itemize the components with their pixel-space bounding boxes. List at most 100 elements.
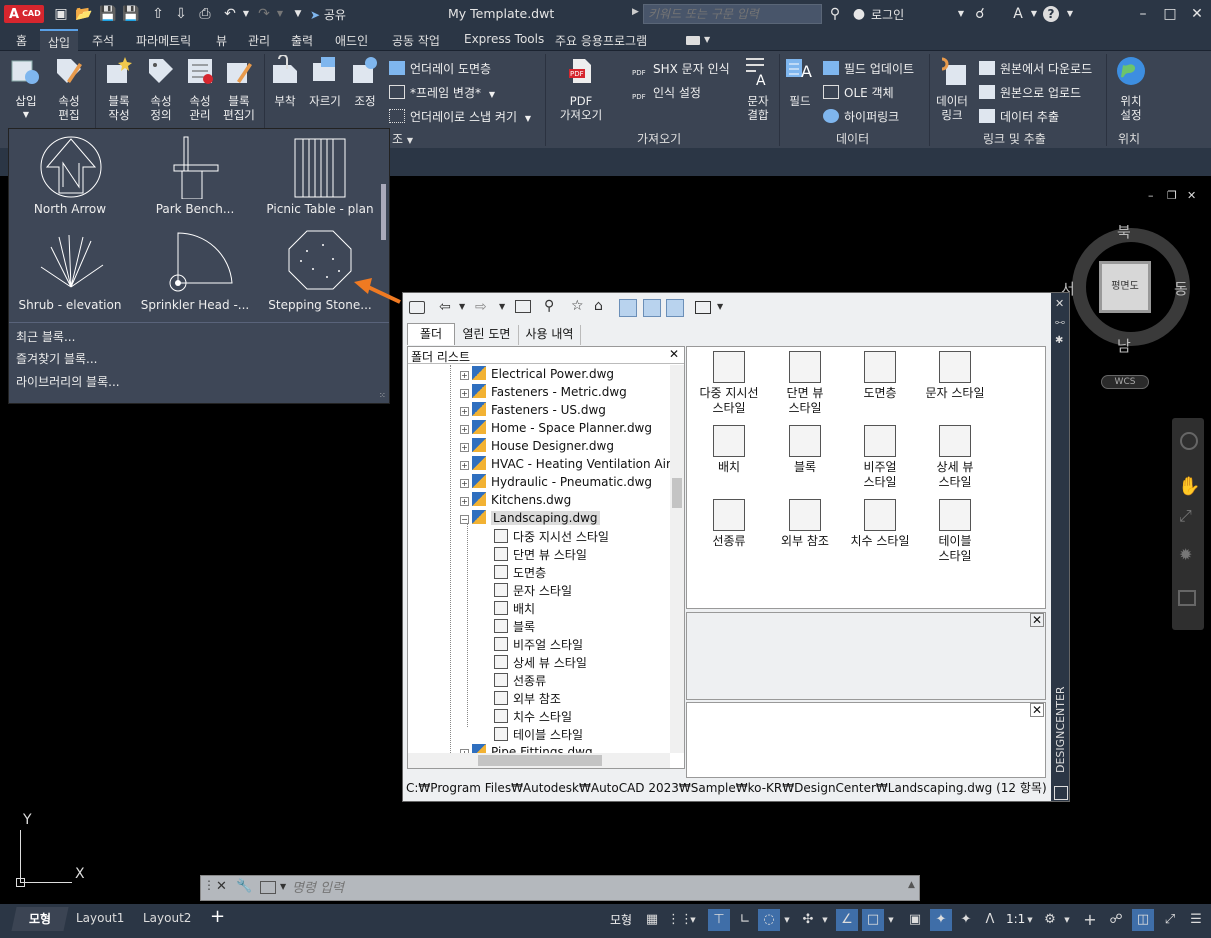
- dc-tab-history[interactable]: 사용 내역: [519, 325, 581, 345]
- viewcube-south[interactable]: 남: [1117, 335, 1131, 356]
- field-button[interactable]: A 필드: [782, 55, 818, 108]
- learn-icon[interactable]: A: [1010, 6, 1026, 22]
- collapse-icon[interactable]: −: [460, 515, 469, 524]
- tree-style-item[interactable]: 상세 뷰 스타일: [494, 654, 587, 672]
- north-arrow-thumbnail[interactable]: [39, 135, 103, 199]
- command-customize-icon[interactable]: 🔧: [236, 879, 252, 894]
- attach-button[interactable]: 부착: [266, 54, 304, 108]
- content-item[interactable]: 상세 뷰 스타일: [917, 425, 993, 490]
- expand-icon[interactable]: +: [460, 371, 469, 380]
- command-expand-icon[interactable]: ▲: [908, 880, 915, 890]
- expand-icon[interactable]: +: [460, 407, 469, 416]
- expand-icon[interactable]: +: [460, 443, 469, 452]
- snap-mode-dropdown-icon[interactable]: ▼: [688, 909, 698, 931]
- upload-to-source-button[interactable]: 원본으로 업로드: [979, 84, 1081, 101]
- content-item[interactable]: 도면층: [842, 351, 918, 401]
- web-upload-icon[interactable]: ⇧: [150, 6, 166, 22]
- tab-annotate[interactable]: 주석: [92, 32, 114, 49]
- tree-style-item[interactable]: 도면층: [494, 564, 546, 582]
- print-icon[interactable]: ⎙: [197, 6, 213, 22]
- data-link-button[interactable]: 데이터 링크: [932, 55, 972, 122]
- dc-properties-icon[interactable]: ✱: [1055, 335, 1063, 346]
- undo-dropdown-icon[interactable]: ▼: [238, 6, 254, 22]
- expand-icon[interactable]: +: [460, 497, 469, 506]
- define-attributes-button[interactable]: 속성 정의: [142, 55, 180, 122]
- viewport-restore-icon[interactable]: ❐: [1167, 189, 1177, 202]
- tree-style-item[interactable]: 단면 뷰 스타일: [494, 546, 587, 564]
- combine-text-button[interactable]: A 문자 결합: [740, 55, 776, 122]
- dc-forward-dropdown-icon[interactable]: ▼: [499, 302, 505, 311]
- auto-scale-icon[interactable]: ✦: [956, 909, 976, 931]
- command-input[interactable]: [292, 878, 902, 898]
- layout-tab-layout2[interactable]: Layout2: [143, 911, 191, 925]
- tab-collaborate[interactable]: 공동 작업: [392, 32, 440, 49]
- close-icon[interactable]: ✕: [1189, 6, 1205, 22]
- share-button[interactable]: ➤ 공유: [310, 6, 346, 23]
- tab-view[interactable]: 뷰: [216, 32, 227, 49]
- pdf-import-button[interactable]: PDF PDF 가져오기: [550, 55, 612, 122]
- scale-dropdown-icon[interactable]: ▼: [1025, 909, 1035, 931]
- tab-manage[interactable]: 관리: [248, 32, 270, 49]
- tree-vscroll-thumb[interactable]: [672, 478, 682, 508]
- tree-style-item[interactable]: 배치: [494, 600, 535, 618]
- redo-dropdown-icon[interactable]: ▼: [272, 6, 288, 22]
- dc-tab-open-drawings[interactable]: 열린 도면: [455, 325, 519, 345]
- tree-file-item[interactable]: + HVAC - Heating Ventilation Air: [460, 456, 671, 474]
- polar-tracking-icon[interactable]: ◌: [758, 909, 780, 931]
- cart-icon[interactable]: ☌: [972, 6, 988, 22]
- viewcube-face[interactable]: 평면도: [1099, 261, 1151, 313]
- flyout-resize-grip-icon[interactable]: ⁙: [379, 391, 386, 400]
- showmotion-icon[interactable]: [1178, 590, 1196, 606]
- update-fields-button[interactable]: 필드 업데이트: [823, 60, 914, 77]
- workspace-gear-icon[interactable]: ⚙: [1040, 909, 1060, 931]
- hyperlink-button[interactable]: 하이퍼링크: [823, 108, 899, 125]
- dc-forward-icon[interactable]: ⇨: [475, 299, 487, 315]
- content-item[interactable]: 단면 뷰 스타일: [767, 351, 843, 416]
- object-snap-dropdown-icon[interactable]: ▼: [886, 909, 896, 931]
- tree-file-item[interactable]: + Fasteners - US.dwg: [460, 402, 606, 420]
- description-close-icon[interactable]: ✕: [1030, 703, 1044, 717]
- ortho-icon[interactable]: ∟: [734, 909, 756, 931]
- dc-load-icon[interactable]: [409, 301, 425, 314]
- tree-style-item[interactable]: 문자 스타일: [494, 582, 572, 600]
- minimize-icon[interactable]: –: [1135, 6, 1151, 22]
- snap-mode-icon[interactable]: ⋮⋮: [667, 909, 693, 931]
- download-from-source-button[interactable]: 원본에서 다운로드: [979, 60, 1092, 77]
- manage-attributes-button[interactable]: 속성 관리: [181, 55, 219, 122]
- clean-screen-icon[interactable]: ⤢: [1160, 909, 1180, 931]
- insert-block-button[interactable]: 삽입 ▼: [8, 55, 44, 122]
- preview-close-icon[interactable]: ✕: [1030, 613, 1044, 627]
- dc-favorites-icon[interactable]: ☆: [571, 298, 584, 314]
- adjust-button[interactable]: 조정: [346, 55, 384, 108]
- content-item[interactable]: 테이블 스타일: [917, 499, 993, 564]
- object-snap-tracking-icon[interactable]: ∠: [836, 909, 858, 931]
- dc-tree-toggle-icon[interactable]: [619, 299, 637, 317]
- redo-icon[interactable]: ↷: [256, 6, 272, 22]
- frame-change-button[interactable]: *프레임 변경* ▼: [389, 84, 495, 101]
- viewcube-north[interactable]: 북: [1117, 221, 1131, 242]
- save-icon[interactable]: 💾: [99, 6, 116, 22]
- model-space-button[interactable]: 모형: [610, 911, 632, 928]
- tab-express-tools[interactable]: Express Tools: [464, 32, 544, 46]
- layout-tab-layout1[interactable]: Layout1: [76, 911, 124, 925]
- content-item[interactable]: 다중 지시선 스타일: [691, 351, 767, 416]
- content-item[interactable]: 비주얼 스타일: [842, 425, 918, 490]
- customization-menu-icon[interactable]: ☰: [1186, 909, 1206, 931]
- dc-back-icon[interactable]: ⇦: [439, 299, 451, 315]
- undo-icon[interactable]: ↶: [222, 6, 238, 22]
- tab-home[interactable]: 홈: [16, 32, 27, 49]
- tree-style-item[interactable]: 다중 지시선 스타일: [494, 528, 609, 546]
- ribbon-minimize-dropdown-icon[interactable]: ▼: [704, 35, 710, 44]
- tab-parametric[interactable]: 파라메트릭: [136, 32, 191, 49]
- dc-autohide-icon[interactable]: ⧟: [1055, 317, 1065, 328]
- tree-style-item[interactable]: 블록: [494, 618, 535, 636]
- search-input[interactable]: [643, 4, 822, 24]
- viewport-minimize-icon[interactable]: –: [1148, 189, 1154, 202]
- app-menu-button[interactable]: A CAD: [4, 5, 44, 23]
- folder-list-close-icon[interactable]: ✕: [669, 347, 679, 361]
- save-as-icon[interactable]: 💾: [122, 6, 139, 22]
- shx-recognize-button[interactable]: PDF SHX 문자 인식: [632, 60, 730, 80]
- grid-icon[interactable]: ▦: [642, 909, 662, 931]
- orbit-icon[interactable]: ✹: [1179, 545, 1192, 564]
- dc-tab-folders[interactable]: 폴더: [407, 323, 455, 345]
